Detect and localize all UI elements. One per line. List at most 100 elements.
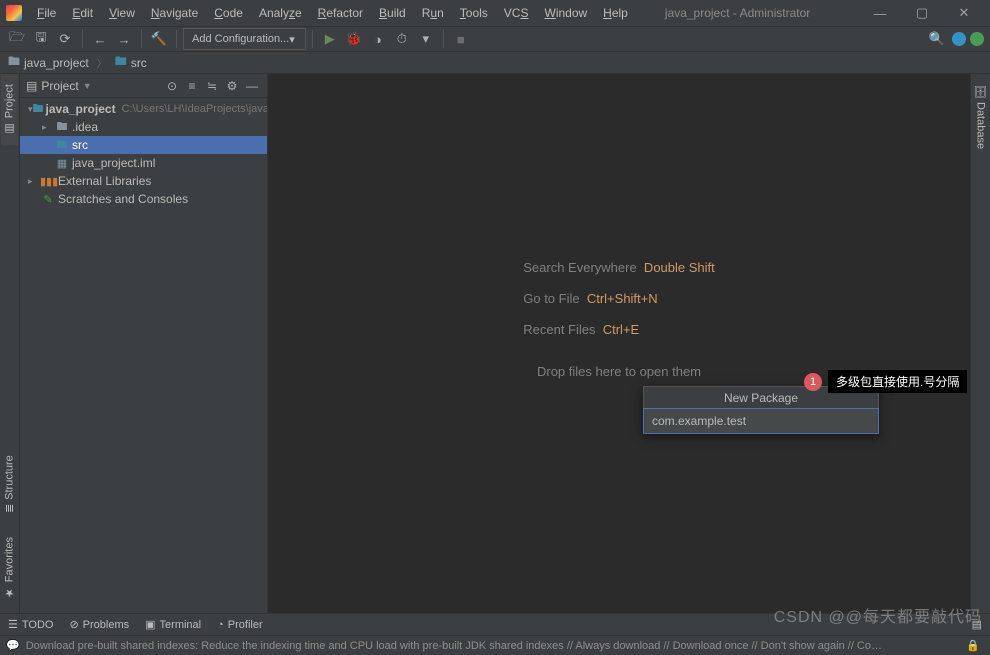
separator: [82, 30, 83, 48]
dropdown-icon[interactable]: ▾: [415, 28, 437, 50]
project-view-selector[interactable]: ▤ Project ▼: [26, 79, 92, 93]
menu-analyze[interactable]: Analyze: [252, 3, 309, 23]
menu-navigate[interactable]: Navigate: [144, 3, 205, 23]
debug-icon[interactable]: 🐞: [343, 28, 365, 50]
annotation-badge: 1: [804, 373, 822, 391]
sync-indicator-icon[interactable]: [952, 32, 966, 46]
profiler-icon: ◔: [217, 619, 224, 631]
hint-goto-key: Ctrl+Shift+N: [587, 291, 658, 306]
left-tool-gutter: ▤Project ≣Structure ★Favorites: [0, 74, 20, 613]
tool-tab-favorites[interactable]: ★Favorites: [1, 527, 18, 609]
main-area: ▤Project ≣Structure ★Favorites ▤ Project…: [0, 74, 990, 613]
maximize-button[interactable]: ▢: [902, 2, 942, 24]
forward-icon[interactable]: →: [113, 28, 135, 50]
folder-icon: 🖿: [8, 52, 20, 73]
menu-file[interactable]: File: [30, 3, 63, 23]
separator: [176, 30, 177, 48]
new-package-popup: New Package: [643, 386, 879, 434]
chevron-right-icon: 〉: [97, 55, 107, 70]
project-tree[interactable]: ▾ 🖿 java_project C:\Users\LH\IdeaProject…: [20, 98, 267, 613]
profile-icon[interactable]: ⏱: [391, 28, 413, 50]
tree-label: java_project.iml: [72, 156, 155, 170]
hint-search-label: Search Everywhere: [523, 260, 636, 275]
collapse-all-icon[interactable]: ≒: [203, 77, 221, 95]
bottom-tab-todo[interactable]: ☰TODO: [8, 618, 53, 631]
run-icon[interactable]: ▶: [319, 28, 341, 50]
add-configuration-label: Add Configuration...: [192, 33, 289, 45]
iml-file-icon: ▦: [54, 157, 70, 170]
module-icon: 🖿: [33, 100, 44, 119]
breadcrumb[interactable]: 🖿 java_project 〉 🖿 src: [8, 52, 147, 73]
chevron-right-icon[interactable]: ▸: [28, 176, 40, 187]
drop-files-hint: Drop files here to open them: [537, 364, 701, 379]
tree-root[interactable]: ▾ 🖿 java_project C:\Users\LH\IdeaProject…: [20, 100, 267, 118]
folder-icon: 🖿: [115, 52, 127, 73]
hide-panel-icon[interactable]: —: [243, 77, 261, 95]
hint-search-key: Double Shift: [644, 260, 715, 275]
annotation-callout: 1 多级包直接使用.号分隔: [804, 370, 967, 393]
todo-icon: ☰: [8, 618, 18, 631]
accessibility-icon[interactable]: [970, 32, 984, 46]
menu-build[interactable]: Build: [372, 3, 413, 23]
bottom-tab-problems[interactable]: ⊘Problems: [69, 618, 129, 631]
menu-edit[interactable]: Edit: [65, 3, 100, 23]
watermark: CSDN @@每天都要敲代码: [774, 603, 982, 627]
tool-tab-database[interactable]: 🗄Database: [972, 74, 989, 159]
new-package-input[interactable]: [644, 409, 878, 433]
select-opened-icon[interactable]: ⊙: [163, 77, 181, 95]
terminal-icon: ▣: [145, 618, 155, 631]
build-icon[interactable]: 🔨: [148, 28, 170, 50]
menu-window[interactable]: Window: [537, 3, 594, 23]
main-menu: File Edit View Navigate Code Analyze Ref…: [30, 3, 635, 23]
project-list-icon: ▤: [26, 79, 37, 93]
tree-node-idea[interactable]: ▸ 🖿 .idea: [20, 118, 267, 136]
chevron-right-icon[interactable]: ▸: [42, 122, 54, 133]
menu-code[interactable]: Code: [207, 3, 250, 23]
tree-label: External Libraries: [58, 174, 151, 188]
menu-refactor[interactable]: Refactor: [311, 3, 370, 23]
project-panel-header: ▤ Project ▼ ⊙ ≡ ≒ ⚙ —: [20, 74, 267, 98]
menu-vcs[interactable]: VCS: [497, 3, 536, 23]
bottom-tab-terminal[interactable]: ▣Terminal: [145, 618, 201, 631]
save-icon[interactable]: 🖫: [30, 28, 52, 50]
scratches-icon: ✎: [40, 193, 56, 206]
back-icon[interactable]: ←: [89, 28, 111, 50]
tool-tab-structure[interactable]: ≣Structure: [1, 445, 18, 523]
open-icon[interactable]: 🗁: [6, 28, 28, 50]
tree-label: Scratches and Consoles: [58, 192, 188, 206]
toolbar: 🗁 🖫 ⟳ ← → 🔨 Add Configuration... ▾ ▶ 🐞 ◑…: [0, 26, 990, 52]
stop-icon[interactable]: ■: [450, 28, 472, 50]
problems-icon: ⊘: [69, 618, 78, 631]
tree-label: .idea: [72, 120, 98, 134]
tool-tab-project[interactable]: ▤Project: [1, 74, 18, 145]
project-header-label: Project: [41, 79, 78, 93]
bottom-tab-profiler[interactable]: ◔Profiler: [217, 619, 263, 631]
menu-view[interactable]: View: [102, 3, 142, 23]
breadcrumb-root: java_project: [24, 56, 89, 70]
tree-root-label: java_project: [46, 102, 116, 116]
minimize-button[interactable]: —: [860, 2, 900, 24]
menu-tools[interactable]: Tools: [453, 3, 495, 23]
right-tool-gutter: 🗄Database: [970, 74, 990, 613]
add-configuration-dropdown[interactable]: Add Configuration... ▾: [183, 28, 306, 50]
separator: [443, 30, 444, 48]
lock-icon[interactable]: 🔒: [966, 639, 980, 652]
close-button[interactable]: ✕: [944, 2, 984, 24]
tree-node-iml[interactable]: ▦ java_project.iml: [20, 154, 267, 172]
editor-hints: Search Everywhere Double Shift Go to Fil…: [523, 244, 715, 353]
hint-recent-key: Ctrl+E: [603, 322, 639, 337]
hint-recent-label: Recent Files: [523, 322, 595, 337]
status-message-icon[interactable]: 💬: [6, 639, 20, 652]
tree-node-external-libraries[interactable]: ▸ ▮▮▮ External Libraries: [20, 172, 267, 190]
status-message[interactable]: Download pre-built shared indexes: Reduc…: [26, 640, 886, 652]
tree-node-scratches[interactable]: ✎ Scratches and Consoles: [20, 190, 267, 208]
tree-node-src[interactable]: 🖿 src: [20, 136, 267, 154]
editor-empty-area: Search Everywhere Double Shift Go to Fil…: [268, 74, 970, 613]
settings-icon[interactable]: ⚙: [223, 77, 241, 95]
search-icon[interactable]: 🔍: [926, 28, 948, 50]
reload-icon[interactable]: ⟳: [54, 28, 76, 50]
expand-all-icon[interactable]: ≡: [183, 77, 201, 95]
menu-run[interactable]: Run: [415, 3, 451, 23]
menu-help[interactable]: Help: [596, 3, 635, 23]
coverage-icon[interactable]: ◑: [367, 28, 389, 50]
